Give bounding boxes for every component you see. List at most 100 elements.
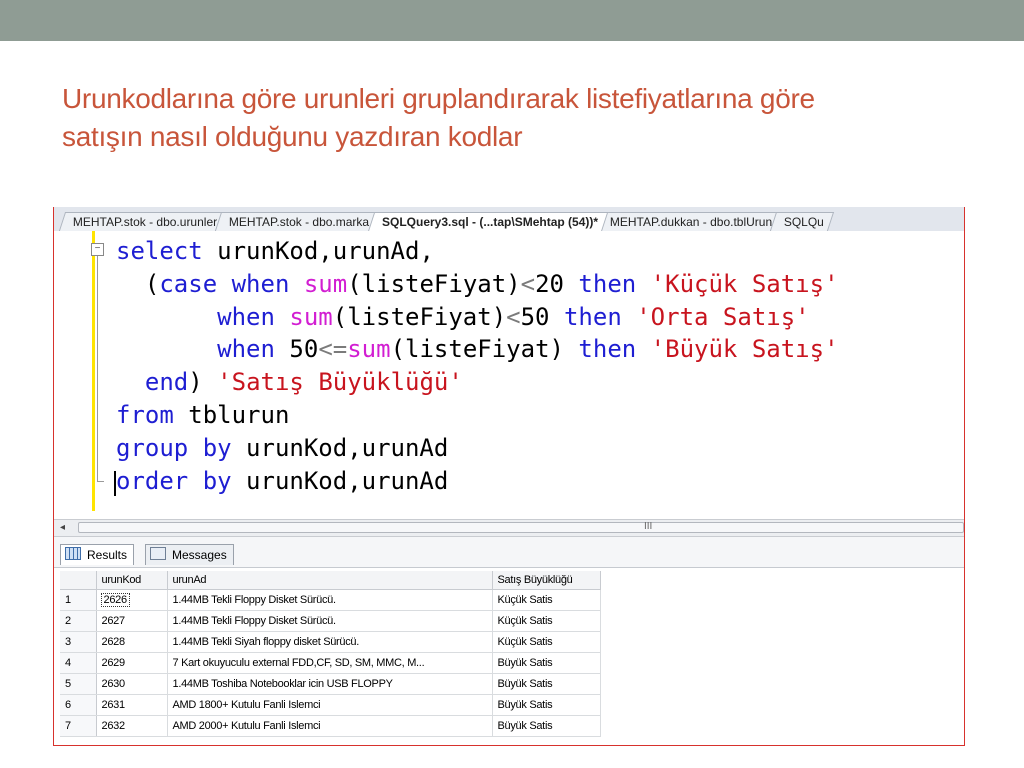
code-token: when bbox=[231, 269, 290, 298]
row-number[interactable]: 2 bbox=[60, 610, 97, 632]
code-token: when bbox=[217, 335, 275, 364]
code-line: when 50<=sum(listeFiyat) then 'Büyük Sat… bbox=[116, 333, 838, 366]
code-line: from tblurun bbox=[116, 399, 839, 432]
document-tab[interactable]: MEHTAP.stok - dbo.urunler bbox=[58, 212, 228, 231]
document-tab[interactable]: MEHTAP.dukkan - dbo.tblUrun bbox=[595, 212, 783, 231]
document-tab-strip: MEHTAP.stok - dbo.urunler MEHTAP.stok - d… bbox=[58, 212, 835, 231]
table-cell[interactable]: Büyük Satis bbox=[492, 652, 601, 674]
code-token: group by bbox=[116, 433, 232, 462]
code-line: order by urunKod,urunAd bbox=[116, 465, 839, 498]
code-token: ( bbox=[116, 269, 160, 298]
table-cell[interactable]: 2627 bbox=[96, 610, 168, 632]
horizontal-scrollbar[interactable]: ◂ III bbox=[54, 519, 964, 537]
table-cell[interactable]: Büyük Satis bbox=[492, 694, 601, 716]
row-number[interactable]: 7 bbox=[60, 715, 97, 737]
table-row[interactable]: 1 2626 1.44MB Tekli Floppy Disket Sürücü. K… bbox=[60, 589, 601, 611]
table-row[interactable]: 7 2632 AMD 2000+ Kutulu Fanli Islemci Büyük… bbox=[60, 715, 601, 737]
code-line: when sum(listeFiyat)<50 then 'Orta Satış… bbox=[116, 301, 839, 334]
table-cell[interactable]: 1.44MB Tekli Floppy Disket Sürücü. bbox=[167, 610, 493, 632]
row-number[interactable]: 1 bbox=[60, 589, 97, 611]
table-cell[interactable]: 2632 bbox=[96, 715, 168, 737]
document-tab-label: MEHTAP.dukkan - dbo.tblUrun bbox=[609, 215, 772, 229]
ssms-screenshot: MEHTAP.stok - dbo.urunler MEHTAP.stok - d… bbox=[53, 207, 965, 746]
tab-results-label: Results bbox=[87, 548, 128, 562]
table-cell[interactable]: AMD 1800+ Kutulu Fanli Islemci bbox=[167, 694, 493, 716]
table-cell[interactable]: 2626 bbox=[96, 589, 168, 611]
tab-messages[interactable]: Messages bbox=[145, 544, 234, 565]
slide-title-line-2: satışın nasıl olduğunu yazdıran kodlar bbox=[62, 121, 523, 152]
code-token: (listeFiyat) bbox=[347, 269, 521, 298]
row-number[interactable]: 3 bbox=[60, 631, 97, 653]
table-cell[interactable]: Küçük Satis bbox=[492, 631, 601, 653]
code-token: then bbox=[563, 302, 622, 331]
code-line: select urunKod,urunAd, bbox=[116, 235, 839, 268]
table-row[interactable]: 4 2629 7 Kart okuyuculu external FDD,CF, S… bbox=[60, 652, 601, 674]
table-cell[interactable]: Büyük Satis bbox=[492, 715, 601, 737]
table-cell[interactable]: 2630 bbox=[96, 673, 168, 695]
slide-top-bar bbox=[0, 0, 1024, 41]
sql-code[interactable]: select urunKod,urunAd, (case when sum(li… bbox=[116, 235, 839, 497]
table-cell[interactable]: Küçük Satis bbox=[492, 589, 601, 611]
tab-results[interactable]: Results bbox=[60, 544, 135, 565]
column-header[interactable] bbox=[60, 571, 97, 590]
table-row[interactable]: 6 2631 AMD 1800+ Kutulu Fanli Islemci Büyük… bbox=[60, 694, 601, 716]
document-tab-label: SQLQuery3.sql - (...tap\SMehtap (54))* bbox=[381, 215, 598, 229]
row-number[interactable]: 6 bbox=[60, 694, 97, 716]
table-row[interactable]: 5 2630 1.44MB Toshiba Notebooklar icin USB… bbox=[60, 673, 601, 695]
text-cursor bbox=[114, 471, 116, 496]
row-number[interactable]: 5 bbox=[60, 673, 97, 695]
code-token: (listeFiyat) bbox=[332, 302, 507, 331]
column-header[interactable]: Satış Büyüklüğü bbox=[492, 571, 601, 590]
table-cell[interactable]: 2628 bbox=[96, 631, 168, 653]
code-token: end bbox=[144, 368, 189, 397]
table-cell[interactable]: 7 Kart okuyuculu external FDD,CF, SD, SM… bbox=[167, 652, 493, 674]
code-token: sum bbox=[289, 302, 333, 331]
code-token: case bbox=[159, 269, 218, 298]
table-cell[interactable]: 1.44MB Tekli Siyah floppy disket Sürücü. bbox=[167, 631, 493, 653]
code-token: 'Küçük Satış' bbox=[650, 269, 839, 298]
collapse-icon[interactable]: − bbox=[91, 243, 104, 256]
selected-cell-value: 2626 bbox=[100, 593, 130, 607]
scroll-left-icon[interactable]: ◂ bbox=[60, 522, 65, 533]
scrollbar-thumb[interactable]: III bbox=[78, 521, 964, 533]
row-number[interactable]: 4 bbox=[60, 652, 97, 674]
table-row[interactable]: 2 2627 1.44MB Tekli Floppy Disket Sürücü. K… bbox=[60, 610, 601, 632]
table-cell[interactable]: 1.44MB Toshiba Notebooklar icin USB FLOP… bbox=[167, 673, 493, 695]
results-grid[interactable]: urunKod urunAd Satış Büyüklüğü 1 2626 1.44MB… bbox=[60, 571, 601, 737]
code-token: 50 bbox=[520, 302, 564, 331]
table-row[interactable]: 3 2628 1.44MB Tekli Siyah floppy disket Sü… bbox=[60, 631, 601, 653]
document-tab-label: MEHTAP.stok - dbo.marka bbox=[229, 215, 370, 229]
table-cell[interactable]: Büyük Satis bbox=[492, 673, 601, 695]
table-cell[interactable]: 2631 bbox=[96, 694, 168, 716]
slide-title-line-1: Urunkodlarına göre urunleri gruplandırar… bbox=[62, 83, 815, 114]
document-tab[interactable]: MEHTAP.stok - dbo.marka bbox=[215, 212, 380, 231]
document-tab[interactable]: SQLQuery3.sql - (...tap\SMehtap (54))* bbox=[367, 212, 608, 231]
code-token: urunKod,urunAd bbox=[231, 433, 449, 462]
fold-guide-end bbox=[97, 481, 104, 482]
messages-icon bbox=[150, 547, 166, 560]
document-tab[interactable]: SQLQu bbox=[769, 212, 835, 231]
column-header[interactable]: urunKod bbox=[96, 571, 168, 590]
code-token: when bbox=[217, 302, 275, 331]
code-token: sum bbox=[303, 269, 348, 298]
code-token: then bbox=[578, 269, 637, 298]
table-cell[interactable]: 1.44MB Tekli Floppy Disket Sürücü. bbox=[167, 589, 493, 611]
table-cell[interactable]: 2629 bbox=[96, 652, 168, 674]
code-token: <= bbox=[318, 335, 348, 364]
code-token: sum bbox=[347, 335, 391, 364]
document-tab-label: MEHTAP.stok - dbo.urunler bbox=[72, 215, 218, 229]
query-editor[interactable]: − select urunKod,urunAd, (case when sum(… bbox=[54, 231, 964, 519]
grid-icon bbox=[65, 547, 81, 560]
column-header[interactable]: urunAd bbox=[167, 571, 493, 590]
changed-lines-marker bbox=[92, 231, 95, 511]
table-cell[interactable]: Küçük Satis bbox=[492, 610, 601, 632]
table-cell[interactable]: AMD 2000+ Kutulu Fanli Islemci bbox=[167, 715, 493, 737]
code-token: from bbox=[116, 400, 174, 429]
tab-messages-label: Messages bbox=[172, 548, 227, 562]
code-token: urunKod,urunAd bbox=[231, 466, 449, 495]
